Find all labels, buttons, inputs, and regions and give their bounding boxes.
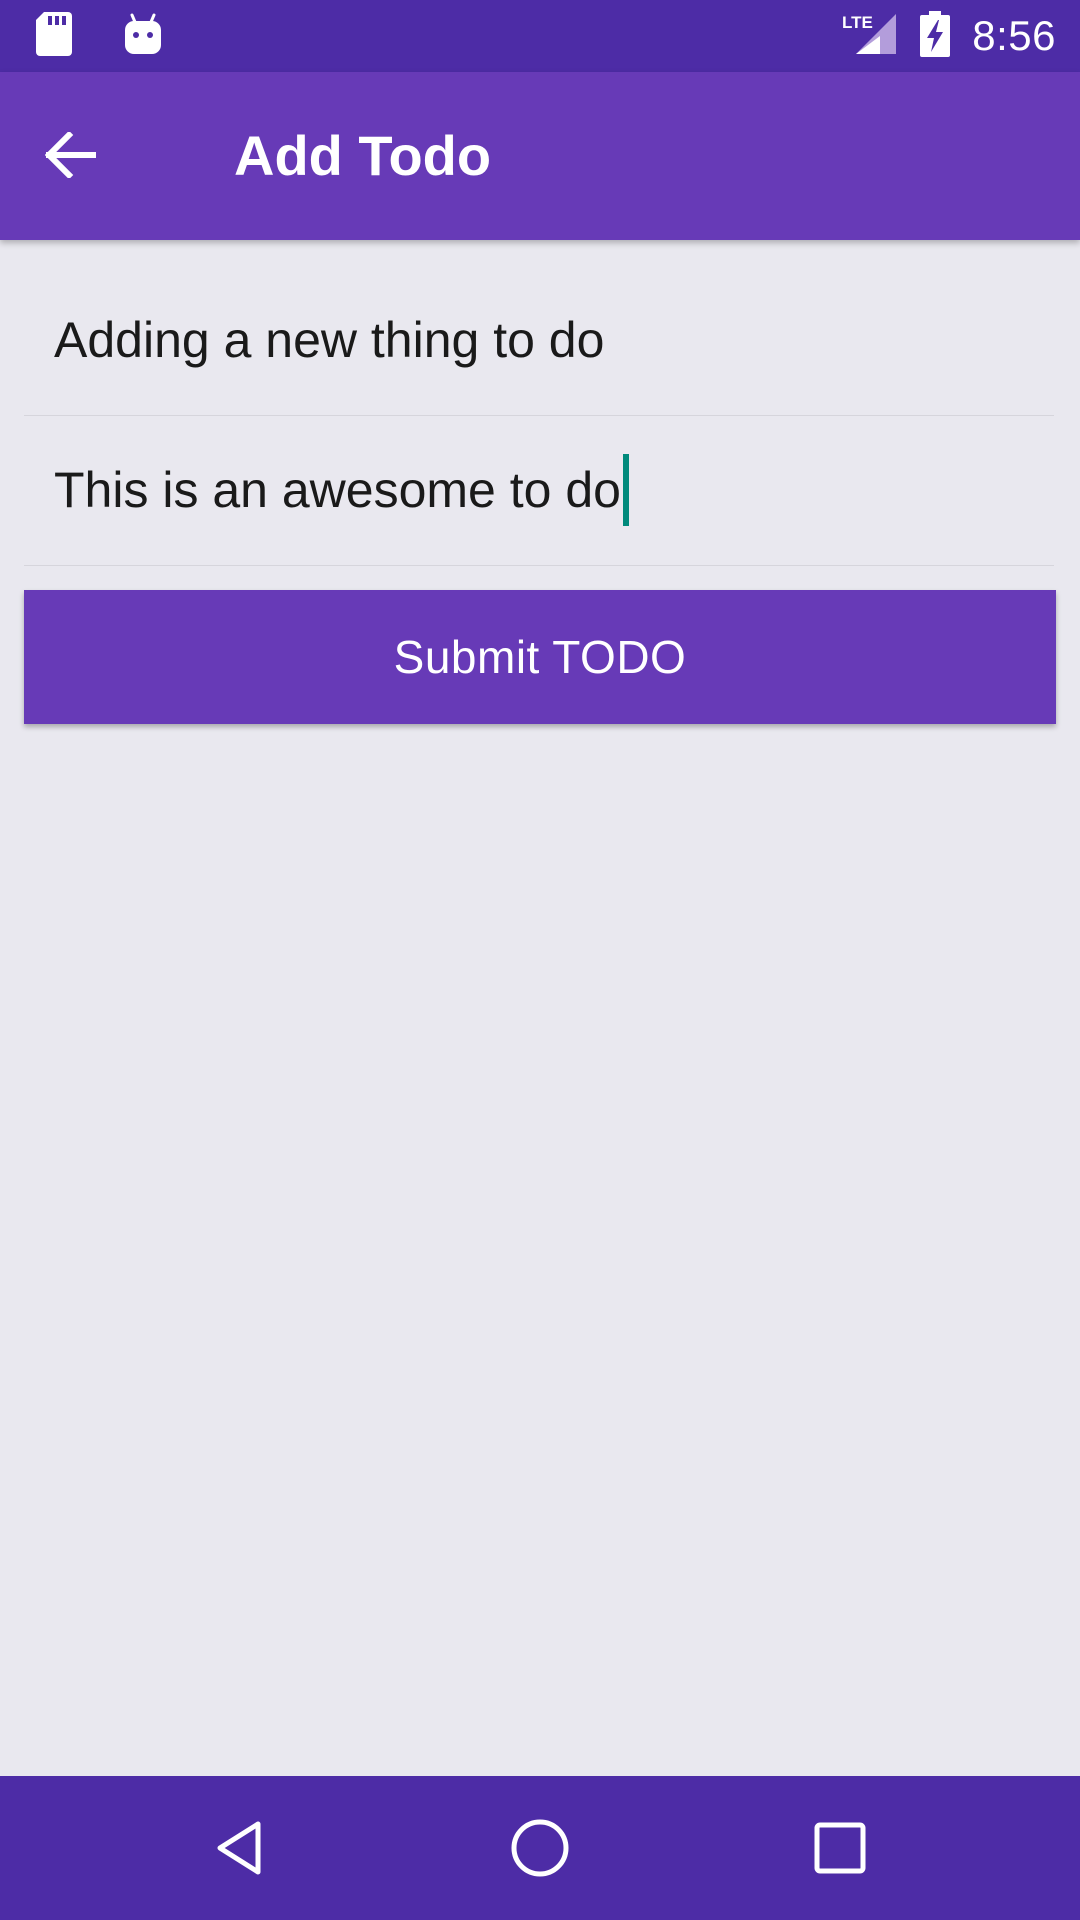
status-bar: LTE 8:56 (0, 0, 1080, 72)
nav-back-button[interactable] (200, 1808, 280, 1888)
todo-description-field[interactable]: This is an awesome to do (24, 415, 1054, 566)
arrow-back-icon (45, 132, 96, 178)
nav-home-icon (511, 1819, 569, 1877)
nav-back-icon (217, 1821, 261, 1875)
app-bar: Add Todo (0, 72, 1080, 240)
todo-title-field[interactable]: Adding a new thing to do (24, 265, 1054, 416)
status-notification-icons (36, 11, 162, 61)
nav-recents-icon (814, 1822, 866, 1874)
navigation-bar (0, 1776, 1080, 1920)
android-icon (124, 13, 162, 60)
submit-todo-button[interactable]: Submit TODO (24, 590, 1056, 724)
nav-recents-button[interactable] (800, 1808, 880, 1888)
page-title: Add Todo (234, 124, 492, 187)
status-system-icons: LTE 8:56 (842, 0, 1056, 72)
nav-home-button[interactable] (500, 1808, 580, 1888)
network-label: LTE (842, 13, 873, 32)
status-time: 8:56 (972, 12, 1056, 59)
battery-charging-icon (920, 10, 951, 62)
todo-title-value: Adding a new thing to do (54, 312, 605, 368)
lte-signal-icon: LTE (842, 12, 898, 61)
text-caret (622, 454, 629, 526)
todo-description-value: This is an awesome to do (54, 462, 621, 518)
back-button[interactable] (26, 110, 116, 200)
sd-card-icon (36, 11, 72, 61)
